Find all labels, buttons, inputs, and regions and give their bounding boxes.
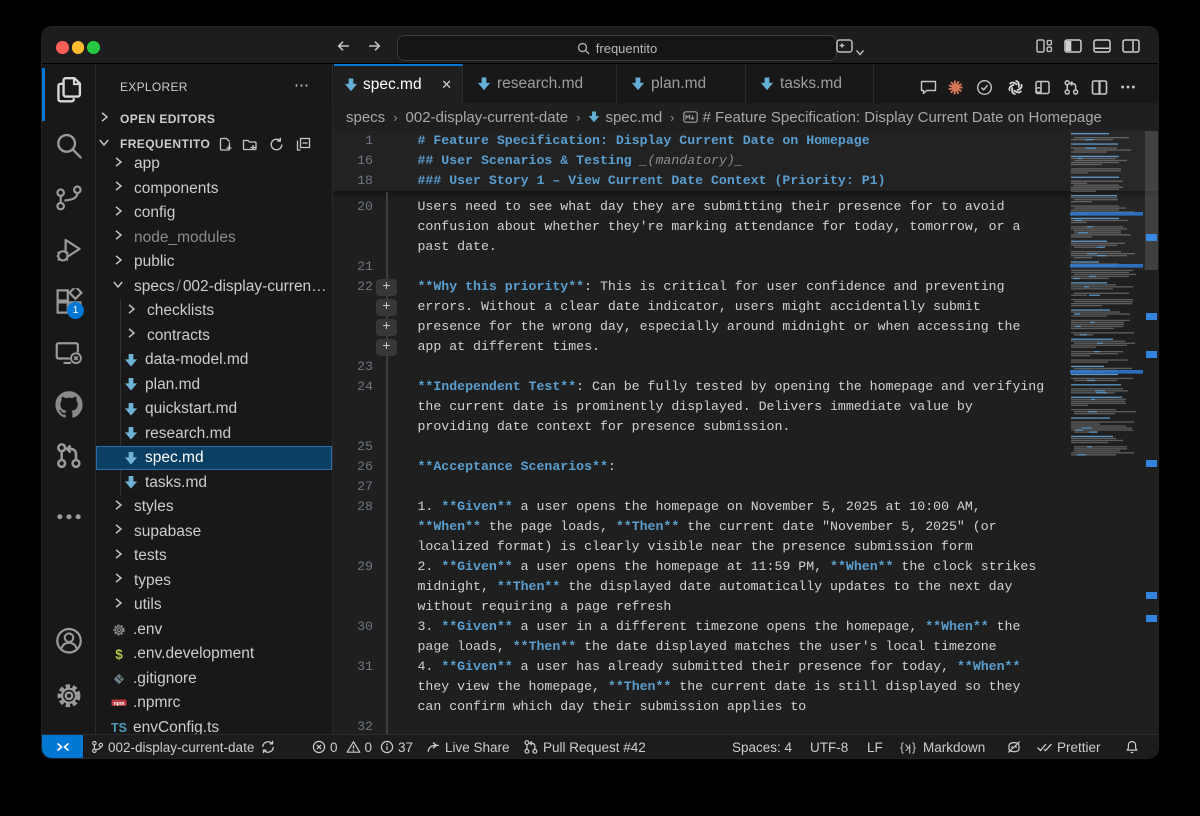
svg-text:npm: npm	[114, 701, 125, 707]
